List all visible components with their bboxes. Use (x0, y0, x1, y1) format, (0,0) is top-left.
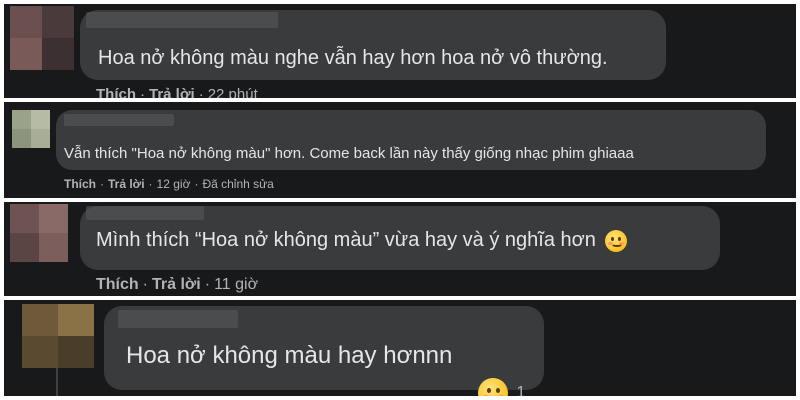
avatar[interactable] (12, 110, 50, 148)
timestamp[interactable]: 12 giờ (157, 177, 191, 191)
comment-panel-4: Hoa nở không màu hay hơnnn 1 (4, 300, 796, 396)
comment-panel-2: Vẫn thích "Hoa nở không màu" hơn. Come b… (4, 102, 796, 198)
comment-text: Hoa nở không màu hay hơnnn (126, 342, 453, 369)
comment-text: Mình thích “Hoa nở không màu” vừa hay và… (96, 229, 628, 252)
comment-text: Vẫn thích "Hoa nở không màu" hơn. Come b… (64, 145, 634, 162)
comment-text: Hoa nở không màu nghe vẫn hay hơn hoa nở… (98, 47, 608, 69)
comment-panel-3: Mình thích “Hoa nở không màu” vừa hay và… (4, 202, 796, 296)
smiling-face-emoji (605, 229, 628, 252)
avatar[interactable] (22, 304, 94, 368)
thread-line (56, 368, 58, 396)
author-name-blurred[interactable] (86, 206, 204, 220)
comment-actions: Thích · Trả lời · 12 giờ · Đã chỉnh sửa (64, 177, 274, 191)
reply-link[interactable]: Trả lời (149, 86, 195, 98)
reply-link[interactable]: Trả lời (108, 177, 145, 191)
reaction-summary[interactable]: 1 (478, 378, 525, 396)
comment-actions: Thích · Trả lời · 22 phút (96, 86, 258, 98)
author-name-blurred[interactable] (118, 310, 238, 328)
like-link[interactable]: Thích (96, 276, 139, 293)
reaction-count: 1 (516, 384, 526, 396)
timestamp[interactable]: 11 giờ (214, 276, 258, 293)
comment-actions: Thích · Trả lời · 11 giờ (96, 276, 259, 293)
avatar[interactable] (10, 6, 74, 70)
care-reaction-icon (478, 378, 508, 396)
like-link[interactable]: Thích (64, 177, 96, 191)
comment-panel-1: Hoa nở không màu nghe vẫn hay hơn hoa nở… (4, 4, 796, 98)
like-link[interactable]: Thích (96, 86, 136, 98)
timestamp[interactable]: 22 phút (208, 86, 258, 98)
reply-link[interactable]: Trả lời (152, 276, 201, 293)
edited-label: Đã chỉnh sửa (202, 177, 274, 191)
avatar[interactable] (10, 204, 68, 262)
author-name-blurred[interactable] (86, 12, 278, 28)
author-name-blurred[interactable] (64, 114, 174, 126)
